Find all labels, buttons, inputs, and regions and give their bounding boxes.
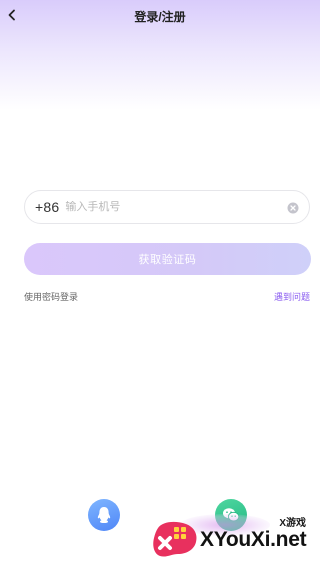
qq-icon (97, 507, 111, 523)
phone-input[interactable] (65, 201, 266, 213)
clear-circle-icon[interactable] (287, 202, 299, 214)
get-code-button[interactable]: 获取验证码 (24, 243, 311, 275)
gamepad-logo-icon (153, 521, 197, 557)
watermark-big-text: XYouXi.net (200, 528, 307, 551)
help-link[interactable]: 遇到问题 (274, 290, 310, 303)
watermark-small-text: X游戏 (279, 518, 306, 529)
watermark: X游戏 XYouXi.net (150, 508, 320, 569)
qq-login-button[interactable] (88, 499, 120, 531)
password-login-link[interactable]: 使用密码登录 (24, 290, 78, 303)
header-bar: 登录/注册 (0, 0, 320, 32)
page-title: 登录/注册 (134, 10, 186, 24)
phone-field[interactable]: +86 (24, 190, 310, 224)
country-code[interactable]: +86 (35, 199, 59, 215)
